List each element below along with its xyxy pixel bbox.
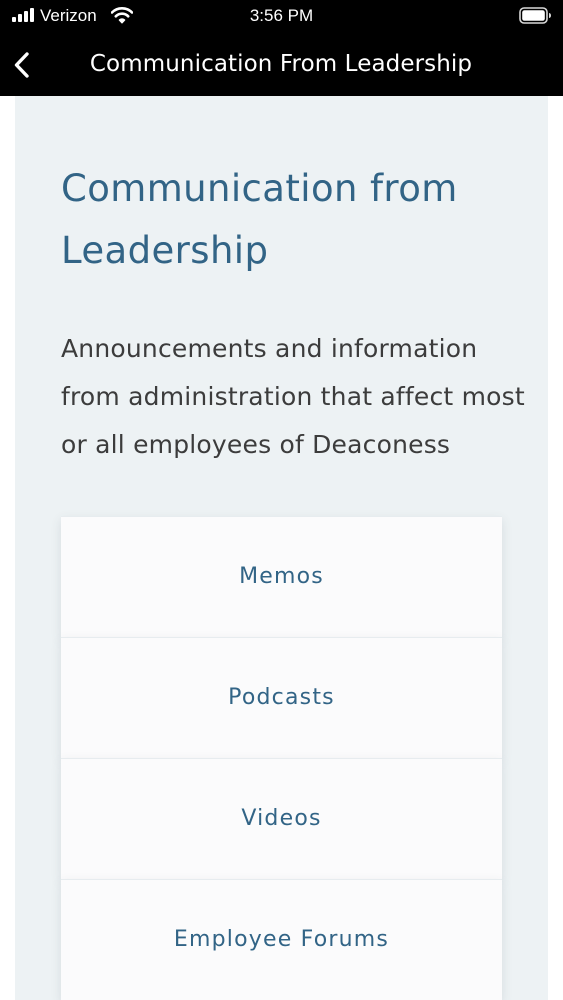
menu-item-videos[interactable]: Videos — [61, 758, 502, 879]
screen: Verizon 3:56 PM Communication From Leade… — [0, 0, 563, 1000]
back-button[interactable] — [4, 44, 44, 84]
menu-item-label: Videos — [241, 806, 322, 831]
menu-item-label: Memos — [239, 564, 324, 589]
menu-list: Memos Podcasts Videos Employee Forums — [61, 516, 502, 1000]
menu-item-employee-forums[interactable]: Employee Forums — [61, 879, 502, 1000]
page-title: Communication from Leadership — [61, 167, 458, 272]
status-bar: Verizon 3:56 PM — [0, 0, 563, 32]
status-time: 3:56 PM — [249, 6, 314, 25]
menu-item-podcasts[interactable]: Podcasts — [61, 637, 502, 758]
chevron-left-icon — [14, 52, 29, 78]
menu-item-memos[interactable]: Memos — [61, 516, 502, 637]
content-panel: Communication from Leadership Announceme… — [15, 96, 548, 1000]
menu-item-label: Employee Forums — [173, 927, 390, 952]
nav-title: Communication From Leadership — [89, 51, 473, 77]
nav-bar: Communication From Leadership — [0, 32, 563, 96]
battery-icon — [519, 7, 551, 24]
menu-item-label: Podcasts — [228, 685, 335, 710]
page-description: Announcements and information from admin… — [61, 334, 525, 459]
